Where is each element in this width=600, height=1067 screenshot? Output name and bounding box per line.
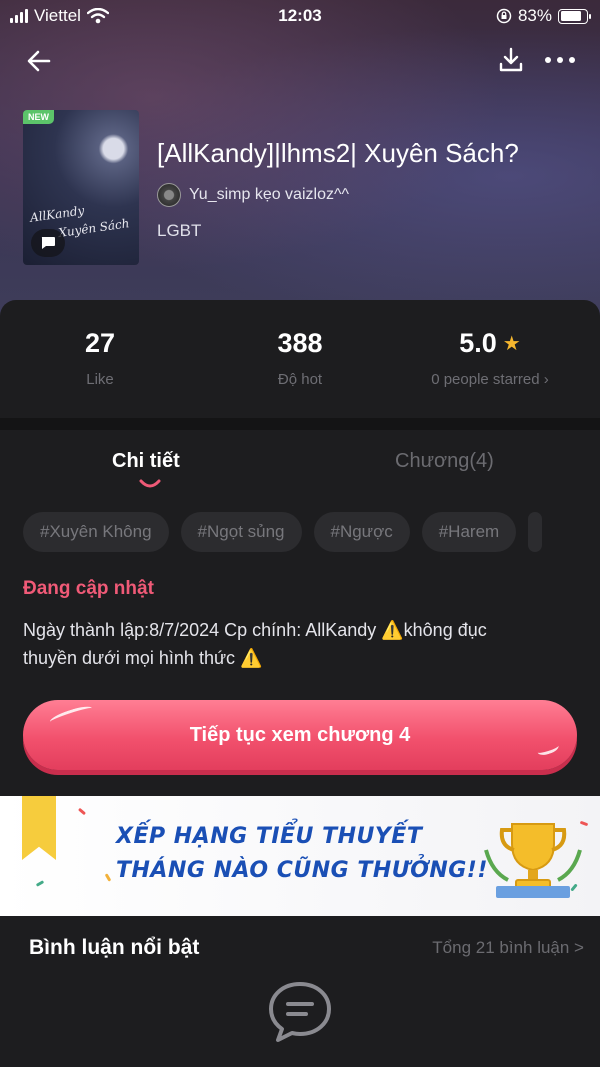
battery-percent: 83% (517, 6, 552, 25)
comment-bubble-icon[interactable] (31, 229, 65, 257)
description: Ngày thành lập:8/7/2024 Cp chính: AllKan… (23, 620, 487, 668)
tab-chapters[interactable]: Chương(4) (395, 450, 494, 473)
rating-value: 5.0 (459, 328, 497, 358)
tag-list: #Xuyên Không #Ngọt sủng #Ngược #Harem (23, 512, 543, 552)
stats-panel: 27 Like 388 Độ hot 5.0 ★ 0 people starred… (0, 300, 600, 418)
stat-likes[interactable]: 27 Like (0, 328, 200, 388)
ranking-banner[interactable]: XẾP HẠNG TIỂU THUYẾT THÁNG NÀO CŨNG THƯỞ… (0, 796, 600, 916)
continue-reading-button[interactable]: Tiếp tục xem chương 4 (23, 700, 577, 770)
more-horizontal-icon[interactable] (544, 52, 576, 68)
stat-hot: 388 Độ hot (277, 328, 323, 388)
download-icon[interactable] (496, 44, 526, 76)
divider (0, 418, 600, 430)
battery-icon (558, 8, 591, 24)
tag-chip[interactable]: #Ngược (313, 512, 410, 552)
arrow-left-icon[interactable] (22, 44, 56, 78)
star-icon: ★ (502, 333, 521, 355)
stat-rating[interactable]: 5.0 ★ 0 people starred › (400, 328, 580, 388)
author-row[interactable]: Yu_simp kẹo vaizloz^^ (157, 183, 349, 207)
avatar (157, 183, 181, 207)
chevron-right-icon: › (543, 371, 549, 388)
comments-title: Bình luận nổi bật (29, 936, 200, 959)
tag-chip[interactable]: #Ngọt sủng (180, 512, 302, 552)
new-badge: NEW (23, 110, 54, 124)
tab-detail[interactable]: Chi tiết (112, 450, 180, 473)
rating-count: 0 people starred (431, 371, 540, 388)
active-tab-indicator (139, 479, 161, 488)
empty-comment-icon (269, 982, 331, 1042)
tag-chip-partial[interactable] (528, 512, 543, 552)
tag-chip[interactable]: #Harem (421, 512, 517, 552)
status-bar: Viettel 12:03 83% (0, 0, 600, 32)
ribbon-icon (22, 796, 56, 860)
rotation-lock-icon (496, 8, 512, 24)
genre-label[interactable]: LGBT (157, 221, 201, 241)
continue-reading-label: Tiếp tục xem chương 4 (189, 723, 411, 746)
banner-text: XẾP HẠNG TIỂU THUYẾT THÁNG NÀO CŨNG THƯỞ… (116, 824, 488, 883)
author-name: Yu_simp kẹo vaizloz^^ (189, 186, 349, 203)
detail-section: Chi tiết Chương(4) #Xuyên Không #Ngọt sủ… (0, 430, 600, 796)
tag-chip[interactable]: #Xuyên Không (23, 512, 169, 552)
book-title: [AllKandy]|lhms2| Xuyên Sách? (157, 138, 519, 168)
comments-section: Bình luận nổi bật Tổng 21 bình luận > (0, 916, 600, 1067)
trophy-icon (484, 823, 582, 898)
update-status: Đang cập nhật (23, 578, 154, 599)
comments-total-link[interactable]: Tổng 21 bình luận > (432, 938, 584, 958)
